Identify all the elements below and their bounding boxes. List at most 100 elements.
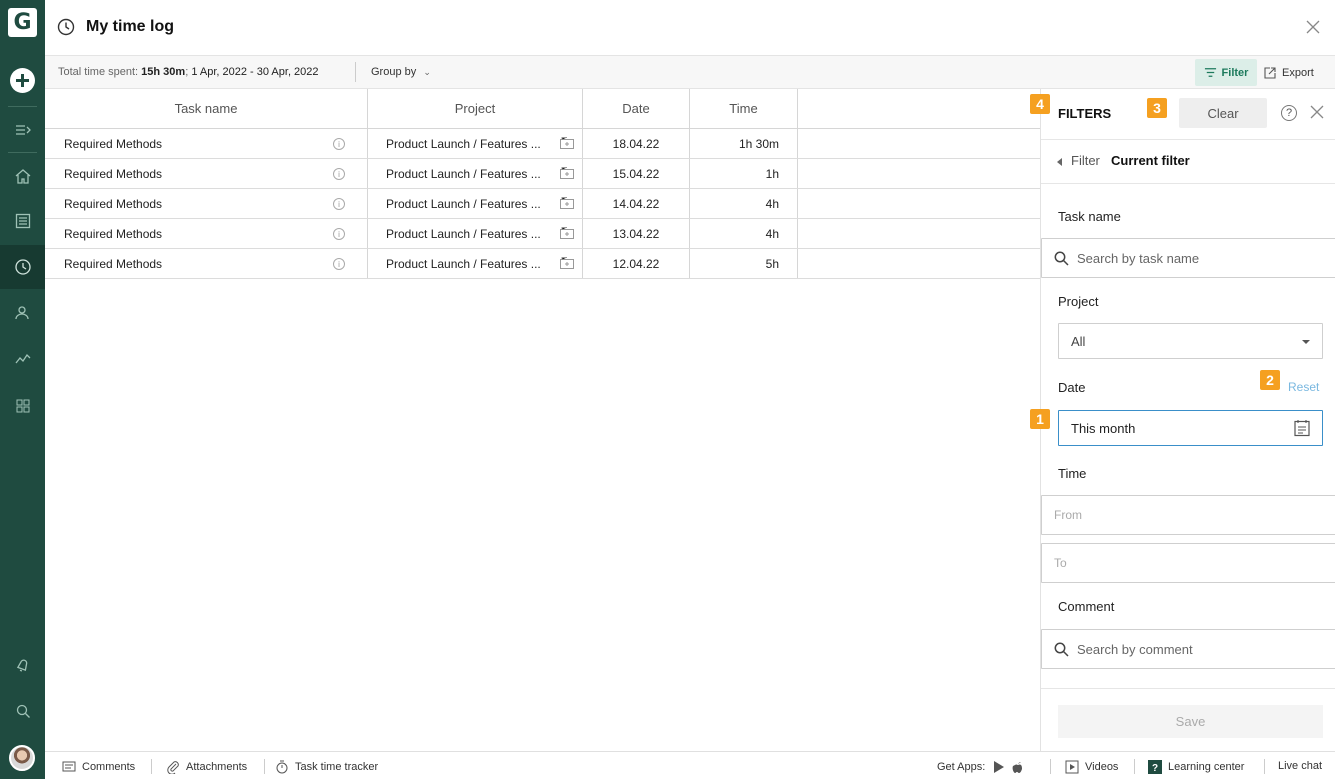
task-name-label: Task name [1058,209,1121,224]
export-icon [1264,66,1276,79]
table-row[interactable]: Required Methods i Product Launch / Feat… [45,219,1040,249]
task-name-cell[interactable]: Required Methods [64,249,162,278]
reports-icon[interactable] [0,336,45,380]
search-icon[interactable] [0,689,45,733]
comment-placeholder: Search by comment [1077,641,1193,657]
info-icon[interactable]: i [333,198,345,210]
live-chat-button[interactable]: Live chat [1278,760,1322,772]
apple-icon[interactable] [1011,760,1025,774]
info-icon[interactable]: i [333,258,345,270]
task-time-tracker-button[interactable]: Task time tracker [275,760,378,774]
user-avatar[interactable] [9,745,35,771]
table-header: Task name Project Date Time [45,89,1040,129]
notifications-icon[interactable] [0,643,45,687]
stopwatch-icon [276,760,288,774]
column-header-project[interactable]: Project [368,89,582,128]
info-icon[interactable]: i [333,138,345,150]
date-reset-link[interactable]: Reset [1288,380,1319,394]
date-value: This month [1071,420,1136,436]
column-header-time[interactable]: Time [690,89,797,128]
save-button[interactable]: Save [1058,705,1323,738]
task-name-cell[interactable]: Required Methods [64,129,162,158]
project-label: Project [1058,294,1099,309]
column-divider [797,129,798,158]
project-icon[interactable] [560,197,574,209]
attachments-button[interactable]: Attachments [166,760,247,774]
total-label: Total time spent: [58,66,139,78]
apps-grid-icon[interactable] [0,384,45,428]
project-icon[interactable] [560,257,574,269]
learning-center-label: Learning center [1168,761,1245,773]
time-log-icon[interactable] [0,245,45,289]
column-header-date[interactable]: Date [583,89,689,128]
table-row[interactable]: Required Methods i Product Launch / Feat… [45,249,1040,279]
info-icon[interactable]: i [333,228,345,240]
time-to-input[interactable]: To [1041,543,1335,583]
chevron-down-icon: ⌄ [423,67,431,77]
project-select[interactable]: All [1058,323,1323,359]
project-cell[interactable]: Product Launch / Features ... [386,189,541,218]
expand-menu-icon[interactable] [0,108,45,152]
tracker-label: Task time tracker [295,761,379,773]
total-time-summary: Total time spent: 15h 30m; 1 Apr, 2022 -… [58,66,319,78]
breadcrumb-filter[interactable]: Filter [1071,153,1100,168]
column-divider [367,129,368,158]
task-name-cell[interactable]: Required Methods [64,159,162,188]
question-box-icon: ? [1148,760,1162,774]
footer-divider [151,759,152,774]
filters-panel: FILTERS Clear ? Filter Current filter Ta… [1040,89,1335,751]
dropdown-caret-icon [1302,340,1310,344]
calendar-icon[interactable] [1294,419,1310,437]
task-name-cell[interactable]: Required Methods [64,219,162,248]
search-icon [1054,642,1069,657]
toolbar: Total time spent: 15h 30m; 1 Apr, 2022 -… [45,56,1335,89]
comment-search-input[interactable]: Search by comment [1041,629,1335,669]
time-from-input[interactable]: From [1041,495,1335,535]
footer-divider [1050,759,1051,774]
callout-badge-1: 1 [1030,409,1050,429]
filter-button[interactable]: Filter [1195,59,1257,86]
videos-button[interactable]: Videos [1065,760,1118,774]
comments-button[interactable]: Comments [62,760,135,774]
info-icon[interactable]: i [333,168,345,180]
column-divider [367,219,368,248]
help-icon[interactable]: ? [1281,105,1297,121]
group-by-dropdown[interactable]: Group by ⌄ [371,66,431,78]
task-name-cell[interactable]: Required Methods [64,189,162,218]
project-icon[interactable] [560,227,574,239]
breadcrumb-current: Current filter [1111,153,1190,168]
column-divider [689,219,690,248]
callout-badge-3: 3 [1147,98,1167,118]
footer-divider [264,759,265,774]
table-row[interactable]: Required Methods i Product Launch / Feat… [45,129,1040,159]
home-icon[interactable] [0,154,45,198]
google-play-icon[interactable] [991,760,1005,774]
table-row[interactable]: Required Methods i Product Launch / Feat… [45,189,1040,219]
time-to-placeholder: To [1054,556,1067,570]
task-name-search-input[interactable]: Search by task name [1041,238,1335,278]
date-cell: 15.04.22 [612,166,660,181]
project-value: All [1071,333,1086,349]
close-icon[interactable] [1305,19,1321,35]
project-icon[interactable] [560,167,574,179]
learning-center-button[interactable]: ? Learning center [1148,760,1244,774]
project-cell[interactable]: Product Launch / Features ... [386,129,541,158]
column-header-task[interactable]: Task name [45,89,367,128]
total-separator: ; [185,66,189,78]
date-picker-input[interactable]: This month [1058,410,1323,446]
project-icon[interactable] [560,137,574,149]
project-cell[interactable]: Product Launch / Features ... [386,159,541,188]
app-logo[interactable]: G [8,8,37,37]
close-panel-icon[interactable] [1310,105,1324,119]
project-cell[interactable]: Product Launch / Features ... [386,249,541,278]
search-icon [1054,251,1069,266]
clear-button[interactable]: Clear [1179,98,1267,128]
add-new-icon[interactable] [10,68,35,93]
people-icon[interactable] [0,291,45,335]
tasks-icon[interactable] [0,199,45,243]
column-divider [797,219,798,248]
export-button[interactable]: Export [1263,59,1314,86]
back-arrow-icon[interactable] [1057,158,1062,166]
table-row[interactable]: Required Methods i Product Launch / Feat… [45,159,1040,189]
project-cell[interactable]: Product Launch / Features ... [386,219,541,248]
